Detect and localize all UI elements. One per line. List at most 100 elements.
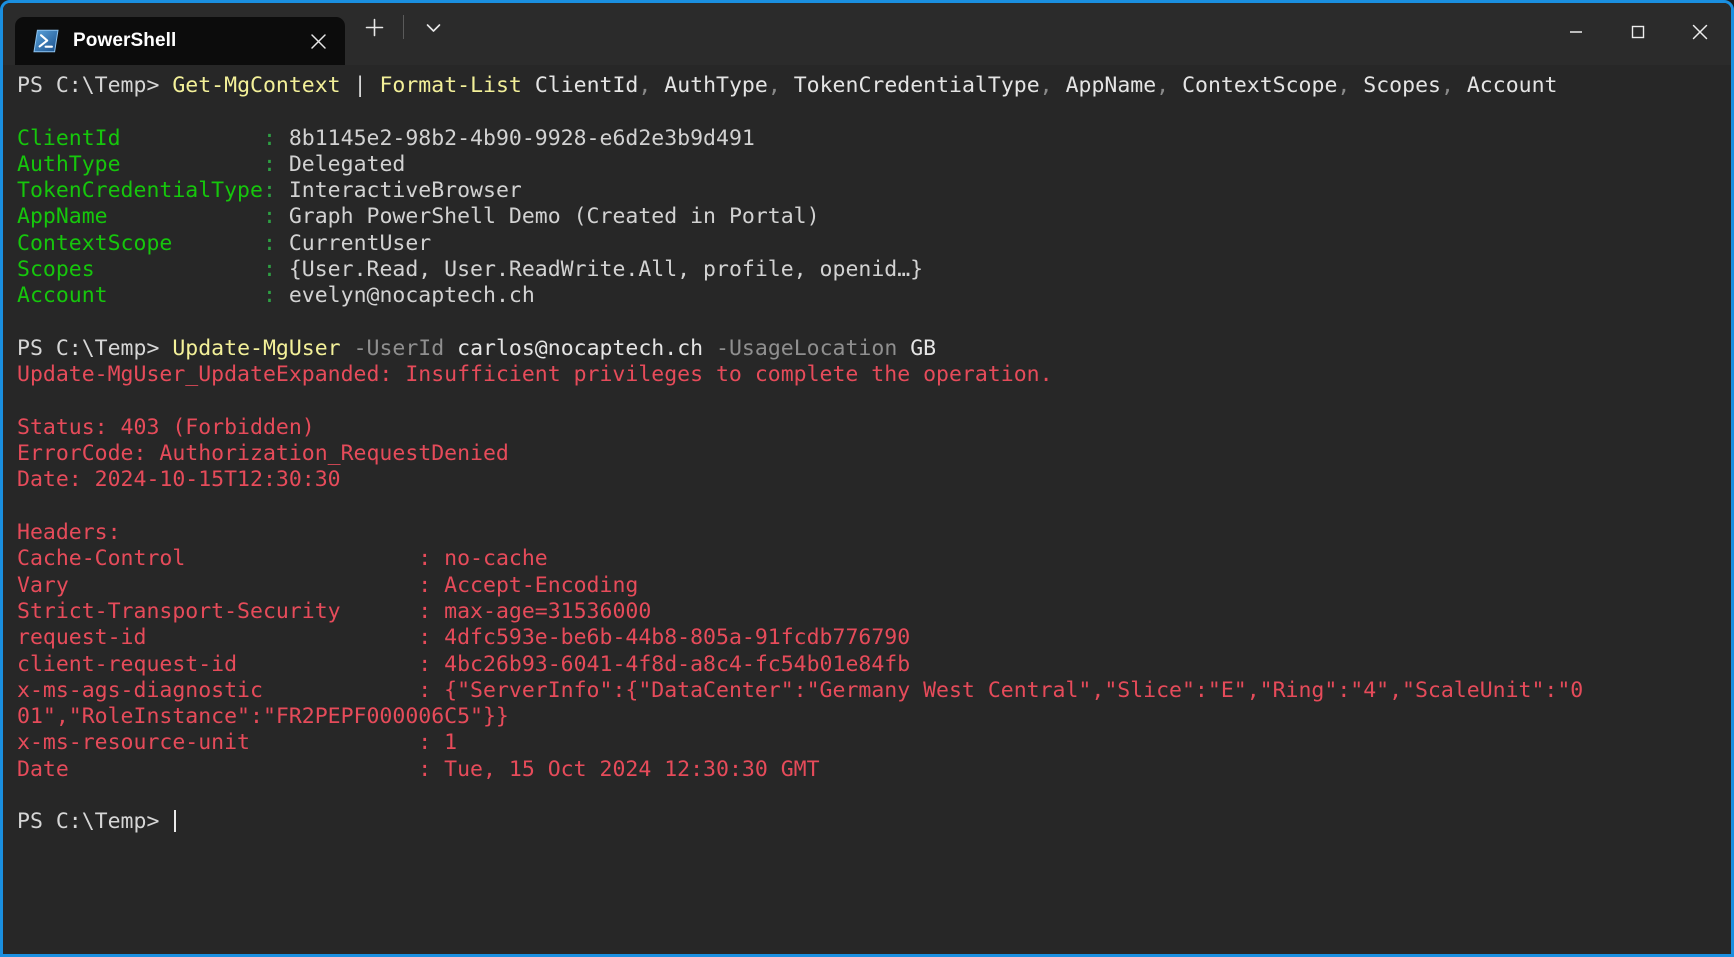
header-value: 1 [444, 730, 458, 756]
format-list-property: AppName [1065, 73, 1157, 98]
context-property-row: ClientId : 8b1145e2-98b2-4b90-9928-e6d2e… [17, 126, 1731, 152]
context-property-name: AuthType [17, 151, 263, 177]
header-value: max-age=31536000 [444, 598, 652, 624]
window-controls [1545, 3, 1731, 61]
header-name: x-ms-resource-unit [17, 730, 419, 756]
close-tab-icon[interactable] [301, 24, 335, 58]
comma-separator: , [767, 73, 794, 98]
format-list-property: ClientId [534, 73, 639, 98]
tab-title: PowerShell [73, 30, 177, 51]
title-bar[interactable]: PowerShell [3, 3, 1731, 65]
format-list-property: TokenCredentialType [793, 73, 1040, 98]
cmdlet-get-mgcontext: Get-MgContext [172, 73, 341, 98]
context-property-name: ClientId [17, 125, 263, 151]
error-status-text: Status: 403 (Forbidden) [17, 414, 315, 440]
command-line-2: PS C:\Temp> Update-MgUser -UserId carlos… [17, 336, 1731, 362]
header-colon: : [418, 730, 445, 756]
header-name: Date [17, 756, 419, 782]
new-tab-icon[interactable] [355, 8, 393, 46]
header-row: client-request-id : 4bc26b93-6041-4f8d-a… [17, 652, 1731, 678]
header-name: client-request-id [17, 651, 419, 677]
header-row: x-ms-resource-unit : 1 [17, 730, 1731, 756]
header-value-continuation: 01","RoleInstance":"FR2PEPF000006C5"}} [17, 704, 509, 730]
context-property-row: ContextScope : CurrentUser [17, 231, 1731, 257]
format-list-property: AuthType [664, 73, 768, 98]
headers-label-line: Headers: [17, 520, 1731, 546]
cmdlet-format-list: Format-List [379, 73, 522, 98]
pipe-operator: | [340, 73, 380, 98]
prompt-text: PS C:\Temp> [17, 73, 173, 98]
header-name: Vary [17, 572, 419, 598]
header-name: x-ms-ags-diagnostic [17, 677, 419, 703]
chevron-down-icon[interactable] [414, 8, 452, 46]
minimize-icon[interactable] [1545, 3, 1607, 61]
format-list-property: Scopes [1363, 73, 1441, 98]
context-property-name: AppName [17, 204, 263, 230]
toolbar-separator [403, 15, 404, 39]
property-colon: : [262, 125, 289, 151]
comma-separator: , [1440, 73, 1467, 98]
command-line-1: PS C:\Temp> Get-MgContext | Format-List … [17, 73, 1731, 99]
header-colon: : [418, 572, 445, 598]
powershell-icon [33, 28, 59, 54]
terminal-output-area[interactable]: PS C:\Temp> Get-MgContext | Format-List … [3, 65, 1731, 954]
error-code-line: ErrorCode: Authorization_RequestDenied [17, 441, 1731, 467]
header-row: Strict-Transport-Security : max-age=3153… [17, 599, 1731, 625]
parameter-usagelocation: -UsageLocation [716, 335, 898, 361]
context-property-name: Scopes [17, 257, 263, 283]
headers-label-text: Headers: [17, 520, 121, 546]
header-name: Strict-Transport-Security [17, 598, 419, 624]
header-colon: : [418, 756, 445, 782]
terminal-text: PS C:\Temp> Get-MgContext | Format-List … [17, 73, 1731, 836]
header-name: Cache-Control [17, 546, 419, 572]
parameter-userid: -UserId [353, 335, 445, 361]
header-value: Accept-Encoding [444, 572, 639, 598]
property-colon: : [262, 283, 289, 309]
header-value: 4bc26b93-6041-4f8d-a8c4-fc54b01e84fb [444, 651, 911, 677]
context-property-value: Graph PowerShell Demo (Created in Portal… [288, 204, 820, 230]
property-colon: : [262, 204, 289, 230]
header-row: x-ms-ags-diagnostic : {"ServerInfo":{"Da… [17, 678, 1731, 704]
text-cursor [174, 810, 177, 833]
final-prompt-text: PS C:\Temp> [17, 809, 173, 835]
property-colon: : [262, 230, 289, 256]
header-name: request-id [17, 625, 419, 651]
error-message-line: Update-MgUser_UpdateExpanded: Insufficie… [17, 362, 1731, 388]
context-property-name: Account [17, 283, 263, 309]
context-property-row: AuthType : Delegated [17, 152, 1731, 178]
argument-userid-value: carlos@nocaptech.ch [457, 335, 704, 361]
maximize-icon[interactable] [1607, 3, 1669, 61]
tab-strip: PowerShell [3, 3, 452, 65]
context-property-row: Account : evelyn@nocaptech.ch [17, 283, 1731, 309]
header-row: Vary : Accept-Encoding [17, 573, 1731, 599]
header-value: {"ServerInfo":{"DataCenter":"Germany Wes… [444, 677, 1584, 703]
context-property-value: 8b1145e2-98b2-4b90-9928-e6d2e3b9d491 [288, 125, 755, 151]
format-list-property: ContextScope [1182, 73, 1338, 98]
terminal-window: PowerShell PS C:\Temp> Get-MgContext | F… [0, 0, 1734, 957]
property-colon: : [262, 151, 289, 177]
prompt-text: PS C:\Temp> [17, 335, 173, 361]
header-colon: : [418, 546, 445, 572]
header-row: Date : Tue, 15 Oct 2024 12:30:30 GMT [17, 757, 1731, 783]
header-value: 4dfc593e-be6b-44b8-805a-91fcdb776790 [444, 625, 911, 651]
close-window-icon[interactable] [1669, 3, 1731, 61]
context-property-row: AppName : Graph PowerShell Demo (Created… [17, 204, 1731, 230]
header-row: 01","RoleInstance":"FR2PEPF000006C5"}} [17, 704, 1731, 730]
context-property-name: ContextScope [17, 230, 263, 256]
context-property-value: Delegated [288, 151, 406, 177]
comma-separator: , [1039, 73, 1066, 98]
header-colon: : [418, 625, 445, 651]
context-property-value: evelyn@nocaptech.ch [288, 283, 535, 309]
tab-powershell[interactable]: PowerShell [15, 17, 345, 65]
comma-separator: , [638, 73, 665, 98]
header-colon: : [418, 598, 445, 624]
error-date-text: Date: 2024-10-15T12:30:30 [17, 467, 341, 493]
header-value: no-cache [444, 546, 548, 572]
error-status-line: Status: 403 (Forbidden) [17, 415, 1731, 441]
context-property-row: Scopes : {User.Read, User.ReadWrite.All,… [17, 257, 1731, 283]
